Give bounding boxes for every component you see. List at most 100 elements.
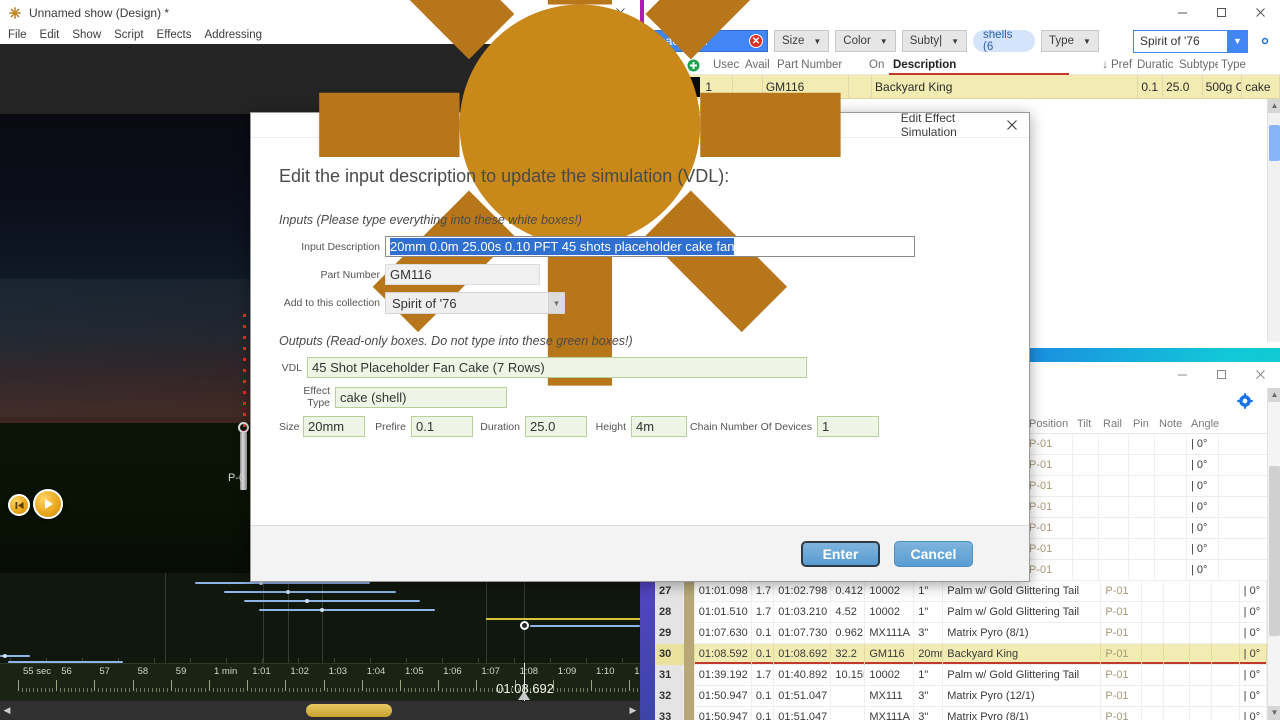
cancel-button[interactable]: Cancel (894, 540, 973, 567)
dialog-close-button[interactable] (996, 113, 1029, 138)
collection-dropdown[interactable]: Spirit of '76 ▼ (385, 292, 565, 314)
ruler-minor-tick (365, 688, 367, 692)
ruler-minor-tick (304, 688, 306, 692)
row-description: Matrix Pyro (8/1) (943, 622, 1102, 644)
column-rail[interactable]: Rail (1099, 418, 1129, 430)
column-note[interactable]: Note (1155, 418, 1187, 430)
ruler-minor-tick (270, 688, 272, 692)
column-prefire[interactable]: Pref (1108, 59, 1134, 71)
play-button[interactable] (33, 489, 63, 519)
table-row-selected[interactable]: 30 01:08.5920.101:08.69232.2GM11620mmBack… (655, 643, 1267, 665)
column-subtype[interactable]: Subtype (1176, 59, 1218, 71)
collection-selector[interactable]: Spirit of '76 ▼ (1133, 29, 1274, 53)
row-part: GM116 (865, 643, 915, 665)
column-pin[interactable]: Pin (1129, 418, 1155, 430)
row-size: 20mm (914, 643, 944, 665)
row-prefire: 0.1 (752, 622, 775, 644)
menu-effects[interactable]: Effects (157, 29, 192, 41)
row-note (1212, 706, 1240, 720)
ruler-label: 1 min (214, 666, 238, 677)
enter-button[interactable]: Enter (801, 540, 880, 567)
collection-value: Spirit of '76 (392, 295, 457, 311)
row-position: P-01 (1025, 454, 1073, 476)
filter-shells-pill[interactable]: shells (6 (973, 30, 1036, 52)
chevron-down-icon[interactable]: ▼ (1228, 29, 1248, 53)
ruler-minor-tick (354, 688, 356, 692)
input-description-field[interactable]: 20mm 0.0m 25.00s 0.10 PFT 45 shots place… (385, 236, 915, 257)
ruler-minor-tick (182, 688, 184, 692)
scroll-thumb[interactable] (306, 704, 392, 717)
minimize-button[interactable] (1163, 0, 1202, 26)
table-row[interactable]: 31 01:39.1921.701:40.89210.155100021"Palm… (655, 664, 1267, 686)
part-number-label: Part Number (320, 268, 380, 281)
table-row[interactable]: 32 01:50.947 0.1 01:51.047 MX111 3" Matrix Pyr… (655, 685, 1267, 707)
ruler-minor-tick (426, 688, 428, 692)
part-number-field[interactable]: GM116 (385, 264, 540, 285)
row-color-swatch (684, 706, 695, 720)
table-row[interactable]: 27 01:01.098 1.7 01:02.798 0.412 10002 1" Palm … (655, 580, 1267, 602)
ruler-minor-tick (155, 688, 157, 692)
ruler-minor-tick (464, 688, 466, 692)
row-note (1212, 643, 1240, 665)
filter-type-dropdown[interactable]: Type ▼ (1041, 30, 1099, 52)
ruler-minor-tick (373, 688, 375, 692)
row-size: 1" (914, 664, 944, 686)
metrics-row: Size 20mm Prefire 0.1 Duration 25.0 Heig… (279, 416, 1001, 437)
cue-scrollbar[interactable]: ▲ ▼ (1267, 388, 1280, 720)
menu-script[interactable]: Script (114, 29, 143, 41)
row-pin (1190, 622, 1213, 644)
column-tilt[interactable]: Tilt (1073, 418, 1099, 430)
scroll-left-button[interactable]: ◀ (0, 705, 14, 716)
menu-edit[interactable]: Edit (40, 29, 60, 41)
gear-icon[interactable] (1256, 32, 1274, 50)
menu-file[interactable]: File (8, 29, 27, 41)
ruler-minor-tick (144, 688, 146, 692)
collection-value[interactable]: Spirit of '76 (1133, 29, 1228, 53)
maximize-button[interactable] (1202, 362, 1241, 388)
timeline-panel[interactable]: 55 sec 56 57 58 59 1 min 1:01 1:02 1:03 1:04 1:05 1… (0, 573, 640, 720)
scroll-down-button[interactable]: ▼ (1268, 706, 1280, 720)
menu-addressing[interactable]: Addressing (205, 29, 263, 41)
library-scrollbar[interactable]: ▲ (1267, 99, 1280, 342)
row-position: P-01 (1101, 622, 1142, 644)
table-row[interactable]: 33 01:50.947 0.1 01:51.047 MX111A 3" Matrix Py… (655, 706, 1267, 720)
close-button[interactable] (1241, 362, 1280, 388)
ruler-label: 58 (137, 666, 149, 677)
menu-show[interactable]: Show (72, 29, 101, 41)
table-row[interactable]: 29 01:07.630 0.1 01:07.730 0.962 MX111A 3" Matr… (655, 622, 1267, 644)
gear-icon[interactable] (1236, 392, 1254, 410)
column-position[interactable]: Position (1025, 418, 1073, 430)
dialog-titlebar[interactable]: Edit Effect Simulation (251, 0, 1029, 386)
skip-back-button[interactable] (8, 494, 30, 516)
dialog-title: Edit Effect Simulation (900, 111, 957, 139)
ruler-minor-tick (461, 688, 463, 692)
timeline-scrollbar[interactable]: ◀ ▶ (0, 701, 640, 720)
ruler-minor-tick (44, 688, 46, 692)
ruler-major-tick (285, 680, 287, 691)
column-type[interactable]: Type (1218, 59, 1258, 71)
minimize-button[interactable] (1163, 362, 1202, 388)
ruler-minor-tick (63, 688, 65, 692)
row-note (1212, 664, 1240, 686)
column-description[interactable]: Description (890, 59, 1070, 71)
filter-type-label: Type (1049, 35, 1074, 47)
scroll-up-button[interactable]: ▲ (1268, 388, 1280, 402)
timeline-tracks[interactable] (0, 573, 640, 663)
column-angle[interactable]: Angle (1187, 418, 1219, 430)
scroll-right-button[interactable]: ▶ (626, 705, 640, 716)
ruler-minor-tick (151, 688, 153, 692)
ruler-minor-tick (491, 688, 493, 692)
close-button[interactable] (1241, 0, 1280, 26)
column-duration[interactable]: Duratic (1134, 59, 1176, 71)
maximize-button[interactable] (1202, 0, 1241, 26)
cue-scroll-thumb[interactable] (1269, 466, 1280, 636)
ruler-minor-tick (556, 688, 558, 692)
table-row[interactable]: 28 01:01.510 1.7 01:03.210 4.52 10002 1" Palm w… (655, 601, 1267, 623)
ruler-minor-tick (86, 688, 88, 692)
filter-subtype-dropdown[interactable]: Subty| ▼ (901, 30, 968, 52)
ruler-minor-tick (166, 688, 168, 692)
row-size: 3" (914, 706, 944, 720)
library-scroll-thumb[interactable] (1269, 125, 1280, 161)
scroll-track[interactable] (14, 701, 626, 720)
scroll-up-button[interactable]: ▲ (1268, 99, 1280, 113)
